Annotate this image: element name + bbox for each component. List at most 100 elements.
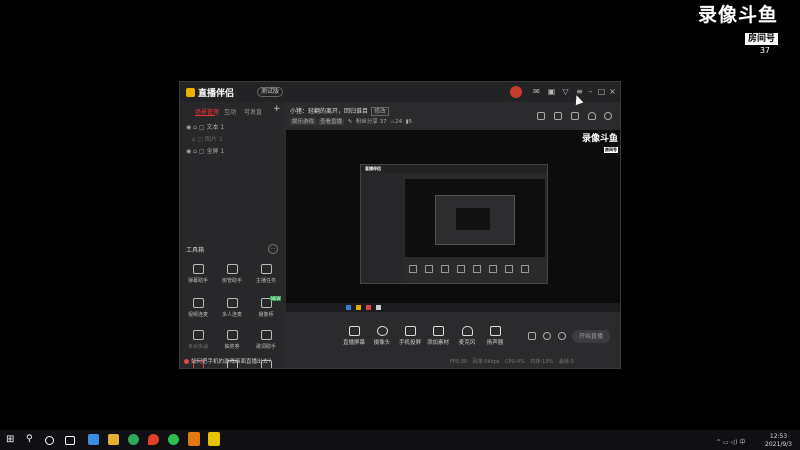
warning-icon — [184, 359, 189, 364]
help-link[interactable]: 如何把手机的游戏画面直播出去？ — [184, 357, 274, 365]
app-orange-icon[interactable] — [188, 432, 200, 446]
scene-label: 图片 1 — [205, 136, 223, 143]
link-icon — [192, 298, 204, 308]
active-tab-underline — [195, 115, 215, 116]
help-link-text: 如何把手机的游戏画面直播出去？ — [191, 359, 274, 365]
heat-count: 24 — [395, 119, 403, 125]
stream-title-row: 小猪：轻翻的离开，回归谁目 修改 — [290, 106, 390, 116]
toolbox-title: 工具箱 — [186, 247, 205, 254]
clock-time: 12:53 — [769, 433, 788, 440]
tool-admin[interactable]: 房管助手 — [216, 264, 248, 290]
logo-icon — [186, 88, 195, 97]
watermark-logo: 录像斗鱼 — [698, 4, 779, 26]
eye-icon[interactable] — [543, 332, 551, 340]
edge-icon[interactable] — [128, 434, 139, 445]
status-bar: FPS:30 码率:0kbps CPU:4% 内存:13% 丢帧:0 — [450, 359, 574, 365]
eye-off-icon[interactable] — [186, 136, 190, 143]
windows-icon[interactable]: ⊞ — [6, 434, 17, 445]
nested-inner-preview — [456, 208, 490, 230]
app-yellow-icon[interactable] — [208, 432, 220, 446]
eye-icon[interactable]: ◉ — [186, 124, 191, 131]
nested-preview-window: 直播伴侣 — [360, 164, 548, 284]
message-icon[interactable]: ✉ — [532, 87, 541, 96]
cortana-icon[interactable] — [45, 436, 54, 445]
explorer-icon[interactable] — [108, 434, 119, 445]
gift-box-icon[interactable] — [537, 112, 545, 120]
fans-label: 粉丝分享 — [355, 119, 378, 125]
eye-icon[interactable]: ◉ — [186, 148, 191, 155]
system-tray[interactable]: ^ ▭ ◁) 中 — [716, 437, 745, 446]
tool-label: 摄像师 — [258, 312, 274, 318]
webcam-button[interactable]: 摄像头 — [371, 326, 393, 346]
toolbox-more-button[interactable]: ··· — [268, 244, 278, 254]
preview-watermark: 录像斗鱼 房间号 — [578, 134, 618, 154]
toolbar-label: 扬声器 — [486, 340, 504, 346]
tool-multi-link[interactable]: 多人连麦 — [216, 298, 248, 324]
title-bar: 直播伴侣 测试版 ✉ ▣ ▽ ≡ – □ × — [180, 82, 620, 102]
scene-item[interactable]: ◉ ⌂ ▢ 文本 1 — [186, 122, 224, 131]
screen-icon — [348, 326, 360, 336]
screen-capture-button[interactable]: 直播屏幕 — [343, 326, 365, 346]
scene-item[interactable]: ◉ ⌂ ▢ 全屏 1 — [186, 146, 224, 155]
admin-icon — [226, 264, 238, 274]
phone-cast-button[interactable]: 手机投屏 — [399, 326, 421, 346]
minimize-icon[interactable]: – — [586, 87, 595, 96]
tab-other[interactable]: 可发直 — [244, 107, 262, 116]
mic-button[interactable]: 麦克风 — [456, 326, 478, 346]
speaker-icon — [489, 326, 501, 336]
tool-camera-ops[interactable]: NEW 摄像师 — [250, 296, 282, 324]
app-name: 直播伴侣 — [198, 89, 235, 99]
tool-pk[interactable]: 多对多战 — [182, 330, 214, 356]
ticket-icon — [226, 330, 238, 340]
tool-lyrics[interactable]: 歌词助手 — [250, 330, 282, 356]
record-icon[interactable] — [571, 112, 579, 120]
shirt-icon[interactable]: ▣ — [547, 87, 556, 96]
tool-label: 多对多战 — [187, 344, 208, 350]
stream-preview[interactable]: 录像斗鱼 房间号 直播伴侣 — [286, 130, 620, 312]
scene-item[interactable]: ⌂ ▢ 图片 1 — [186, 134, 223, 143]
preview-watermark-logo: 录像斗鱼 — [581, 134, 618, 144]
start-live-button[interactable]: 开始直播 — [572, 330, 610, 343]
record-video-icon[interactable] — [528, 332, 536, 340]
edit-title-button[interactable]: 修改 — [371, 107, 390, 116]
wechat-icon[interactable] — [168, 434, 179, 445]
lock-icon[interactable] — [554, 112, 562, 120]
restore-icon[interactable]: □ — [597, 87, 606, 96]
nested-inner-window — [435, 195, 515, 245]
multi-icon — [226, 298, 238, 308]
search-icon[interactable]: ⚲ — [26, 434, 37, 445]
preview-taskbar — [286, 303, 620, 312]
add-media-button[interactable]: 添加素材 — [427, 326, 449, 346]
tool-video-link[interactable]: 视频连麦 — [182, 298, 214, 324]
bird-icon[interactable] — [88, 434, 99, 445]
view-stream-chip[interactable]: 查看直播 — [318, 119, 345, 125]
share-icon[interactable] — [604, 112, 612, 120]
task-icon — [260, 264, 272, 274]
danmu-icon — [192, 264, 204, 274]
version-badge[interactable]: 测试版 — [257, 87, 284, 97]
nested-logo: 直播伴侣 — [365, 166, 381, 171]
edit-icon[interactable]: ✎ — [348, 119, 353, 125]
tab-interact[interactable]: 互动 — [224, 107, 236, 116]
avatar[interactable] — [510, 86, 522, 98]
fire-icon[interactable] — [148, 434, 159, 445]
os-taskbar — [0, 430, 800, 450]
tool-ticket[interactable]: 抽奖券 — [216, 330, 248, 356]
taskview-icon[interactable] — [65, 436, 75, 445]
mic-icon — [461, 326, 473, 336]
stream-title[interactable]: 小猪：轻翻的离开，回归谁目 — [290, 108, 368, 115]
clock[interactable]: 12:53 2021/9/3 — [765, 433, 792, 449]
tool-task[interactable]: 主播任务 — [250, 264, 282, 290]
settings-icon[interactable] — [558, 332, 566, 340]
bell-icon[interactable] — [588, 112, 596, 120]
new-badge: NEW — [270, 296, 282, 301]
nested-preview — [405, 179, 545, 257]
close-icon[interactable]: × — [608, 87, 617, 96]
gift-icon[interactable]: ▽ — [561, 87, 570, 96]
add-scene-button[interactable]: + — [273, 104, 281, 114]
watermark-room-number: 37 — [759, 46, 770, 55]
category-chip[interactable]: 娱乐游戏 — [290, 119, 317, 125]
tool-danmu[interactable]: 弹幕助手 — [182, 264, 214, 290]
speaker-button[interactable]: 扬声器 — [484, 326, 506, 346]
watermark-badge: 房间号 — [744, 33, 778, 45]
